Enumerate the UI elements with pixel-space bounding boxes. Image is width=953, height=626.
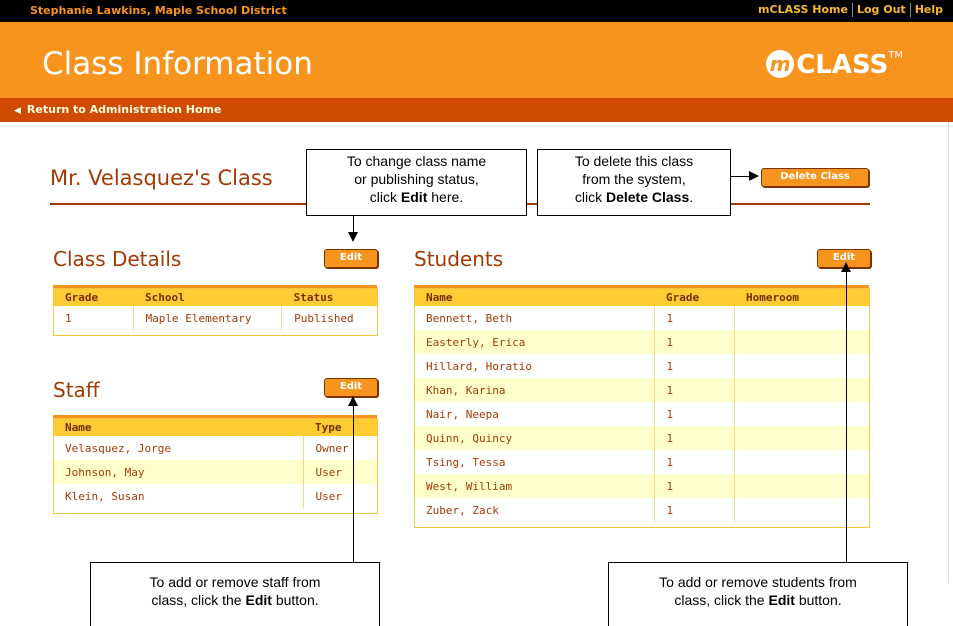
header: Class Information m CLASSTM [0, 22, 953, 98]
logo-tm: TM [888, 50, 903, 61]
callout-connector [731, 176, 751, 177]
callout-text: here. [427, 189, 464, 205]
callout-text: class, click the [674, 592, 769, 608]
arrow-up-icon [841, 262, 851, 272]
staff-title: Staff [53, 378, 100, 402]
arrow-right-icon [749, 171, 759, 181]
help-link[interactable]: Help [911, 3, 947, 16]
callout-text: Edit [768, 592, 795, 608]
callout-delete-class: To delete this class from the system, cl… [537, 149, 731, 216]
return-link[interactable]: ◀ Return to Administration Home [14, 103, 221, 116]
mclass-logo: m CLASSTM [766, 50, 903, 82]
callout-line: To change class name [346, 153, 487, 169]
callout-line: from the system, [582, 171, 686, 187]
callout-text: Edit [400, 189, 428, 205]
table-border [53, 288, 378, 336]
top-bar: Stephanie Lawkins, Maple School District… [0, 0, 953, 22]
logo-text: CLASS [796, 50, 889, 80]
students-title: Students [414, 247, 504, 271]
callout-staff-edit: To add or remove staff from class, click… [90, 562, 380, 626]
callout-connector [846, 270, 847, 562]
callout-line: click Delete Class. [538, 188, 730, 206]
callout-line: class, click the Edit button. [609, 591, 907, 609]
page-title: Class Information [42, 46, 313, 82]
delete-class-button[interactable]: Delete Class [761, 168, 869, 187]
table-border [53, 418, 378, 514]
callout-text: class, click the [151, 592, 246, 608]
staff-edit-button[interactable]: Edit [324, 378, 378, 397]
callout-text: Delete Class [605, 189, 690, 205]
callout-text: click [574, 189, 606, 205]
class-details-title: Class Details [53, 247, 182, 271]
sub-bar: ◀ Return to Administration Home [0, 98, 953, 122]
return-link-label: Return to Administration Home [26, 103, 222, 116]
callout-edit-class: To change class name or publishing statu… [306, 149, 527, 216]
callout-line: To add or remove staff from [149, 574, 321, 590]
log-out-link[interactable]: Log Out [853, 3, 910, 16]
user-name: Stephanie Lawkins, Maple School District [30, 4, 287, 17]
callout-text: . [689, 189, 694, 205]
callout-line: or publishing status, [354, 171, 479, 187]
callout-text: Edit [245, 592, 272, 608]
top-links: mCLASS Home Log Out Help [754, 3, 947, 17]
class-title: Mr. Velasquez's Class [50, 166, 273, 190]
callout-students-edit: To add or remove students from class, cl… [608, 562, 908, 626]
callout-text: button. [271, 592, 319, 608]
table-border [414, 288, 870, 528]
mclass-home-link[interactable]: mCLASS Home [754, 3, 852, 16]
class-details-edit-button[interactable]: Edit [324, 249, 378, 268]
callout-text: click [369, 189, 401, 205]
scrollbar-edge [948, 122, 949, 582]
arrow-down-icon [348, 232, 358, 242]
callout-text: button. [794, 592, 842, 608]
callout-line: click Edit here. [307, 188, 526, 206]
logo-m: m [766, 50, 795, 78]
callout-connector [353, 404, 354, 562]
callout-line: To add or remove students from [659, 574, 857, 590]
arrow-up-icon [348, 396, 358, 406]
back-arrow-icon: ◀ [14, 106, 21, 116]
callout-line: To delete this class [574, 153, 694, 169]
callout-line: class, click the Edit button. [91, 591, 379, 609]
